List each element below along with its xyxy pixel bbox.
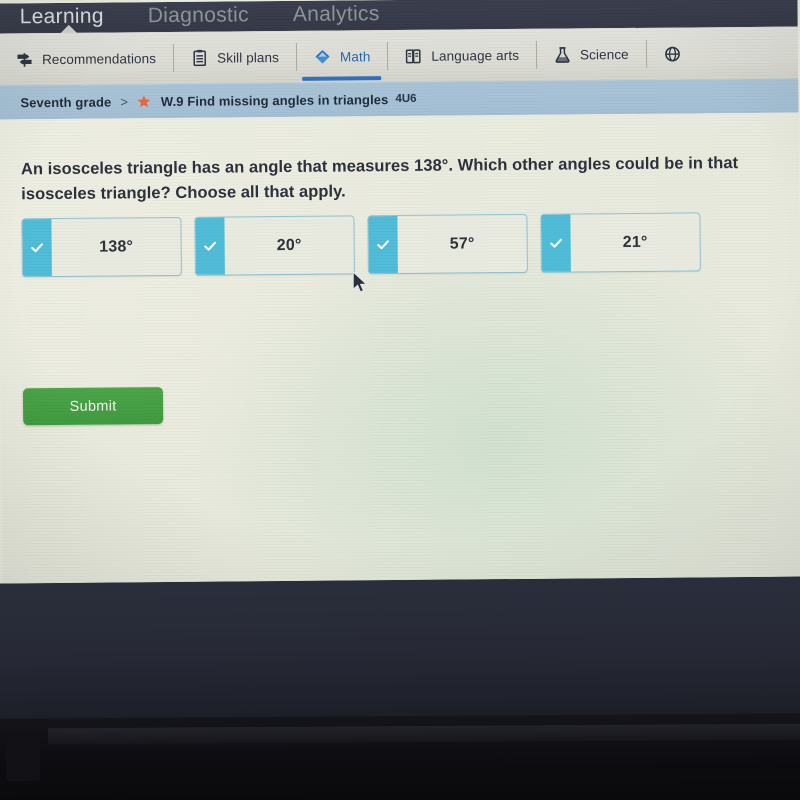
question-text: An isosceles triangle has an angle that … (20, 154, 739, 204)
checkmark-icon[interactable] (368, 216, 398, 274)
laptop-screen: Learning Diagnostic Analytics Recommenda… (0, 0, 800, 584)
breadcrumb-skill-code: 4U6 (395, 92, 417, 106)
tab-label: Skill plans (217, 49, 280, 66)
laptop-foot (5, 734, 41, 782)
app-nav-item-diagnostic[interactable]: Diagnostic (148, 1, 249, 29)
question-content-area: An isosceles triangle has an angle that … (0, 112, 800, 584)
submit-button[interactable]: Submit (22, 387, 164, 426)
answer-choice-138[interactable]: 138° (21, 216, 182, 278)
subject-tab-bar: Recommendations Skill plans Math Languag… (0, 26, 799, 86)
breadcrumb-separator: > (120, 93, 128, 109)
signpost-icon (15, 50, 34, 69)
laptop-bottom-bezel (0, 567, 800, 729)
globe-icon (663, 44, 682, 63)
checkmark-icon[interactable] (541, 214, 571, 272)
laptop-photo: Learning Diagnostic Analytics Recommenda… (0, 0, 800, 800)
tab-science[interactable]: Science (536, 28, 646, 81)
tab-label: Recommendations (41, 50, 157, 67)
open-book-icon (404, 46, 423, 65)
breadcrumb-skill: W.9 Find missing angles in triangles (160, 91, 389, 109)
diamond-icon (313, 47, 332, 66)
answer-choice-57[interactable]: 57° (367, 213, 528, 275)
checkmark-icon[interactable] (195, 217, 225, 275)
tab-label: Language arts (431, 47, 520, 64)
answer-choice-list: 138° 20° 57° 21° (21, 212, 761, 278)
tab-social-studies[interactable] (646, 27, 707, 80)
clipboard-list-icon (190, 48, 209, 67)
tab-math[interactable]: Math (296, 30, 388, 83)
tab-label: Math (339, 48, 371, 65)
tab-recommendations[interactable]: Recommendations (0, 32, 173, 86)
tab-language-arts[interactable]: Language arts (387, 29, 536, 82)
star-icon[interactable] (137, 94, 152, 109)
answer-choice-label: 20° (276, 236, 302, 254)
answer-choice-21[interactable]: 21° (540, 212, 701, 273)
breadcrumb-grade[interactable]: Seventh grade (20, 94, 111, 110)
tab-skill-plans[interactable]: Skill plans (173, 31, 296, 84)
checkmark-icon[interactable] (22, 219, 52, 277)
answer-choice-label: 138° (99, 237, 134, 256)
active-tab-underline (302, 76, 382, 81)
tab-label: Science (579, 46, 629, 62)
answer-choice-20[interactable]: 20° (194, 215, 355, 276)
answer-choice-label: 21° (622, 233, 648, 251)
app-nav-item-analytics[interactable]: Analytics (293, 0, 380, 28)
flask-icon (553, 45, 572, 64)
answer-choice-label: 57° (449, 234, 475, 253)
